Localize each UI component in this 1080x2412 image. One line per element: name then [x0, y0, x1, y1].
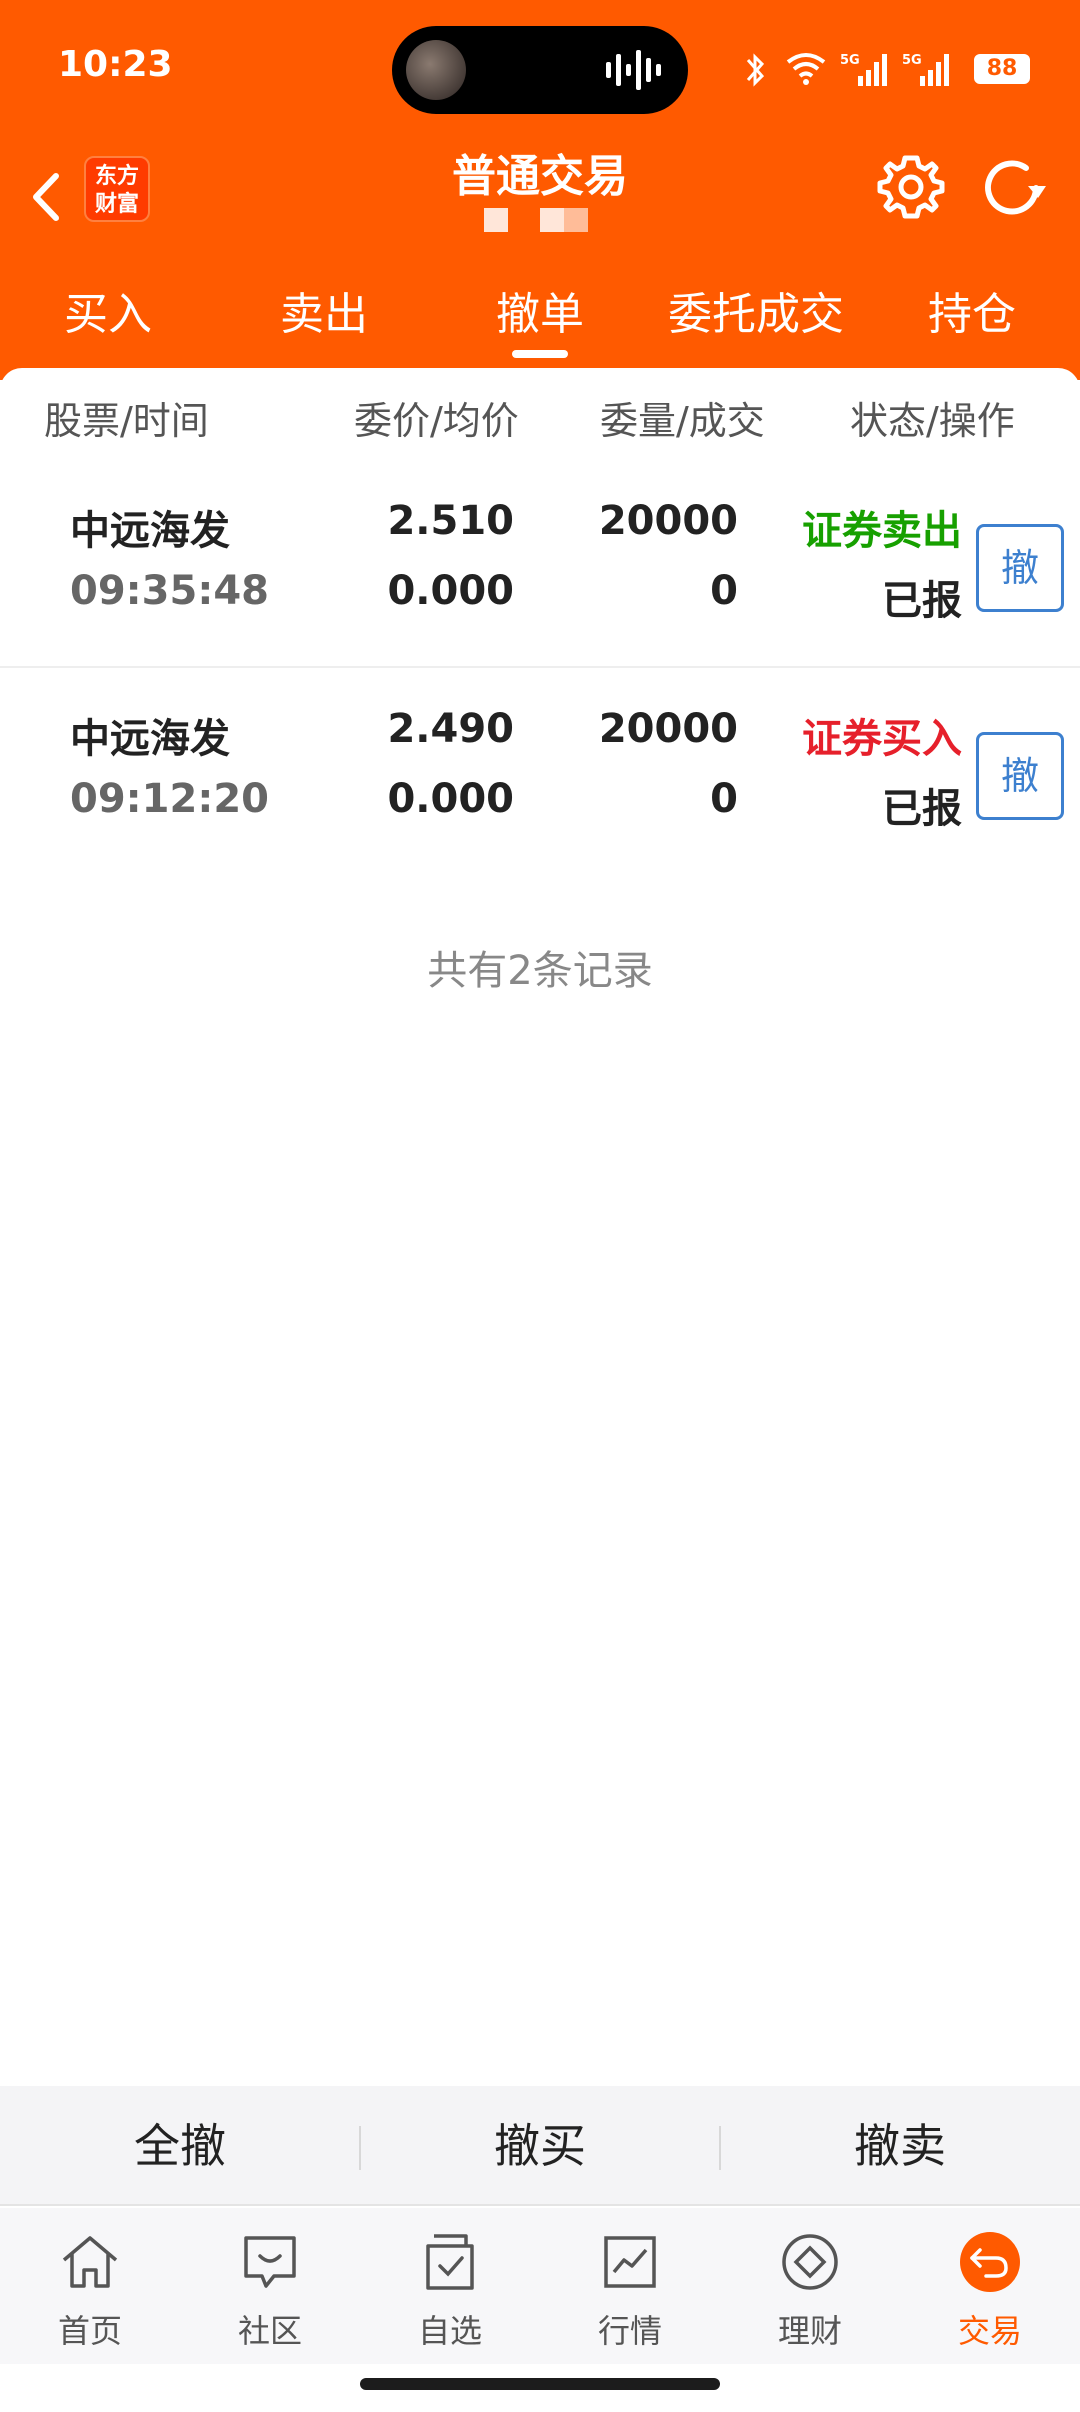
- active-tab-indicator: [512, 350, 568, 358]
- tab-sell[interactable]: 卖出: [216, 270, 432, 366]
- nav-label: 行情: [597, 2312, 662, 2350]
- order-type: 证券卖出: [802, 508, 962, 554]
- table-row[interactable]: 中远海发 09:12:20 2.490 0.000 20000 0 证券买入 已…: [0, 696, 1080, 904]
- order-status: 已报: [882, 786, 962, 832]
- home-icon: [62, 2236, 118, 2288]
- nav-label: 理财: [777, 2312, 842, 2350]
- trade-tabs: 买入 卖出 撤单 委托成交 持仓: [0, 270, 1080, 366]
- nav-watchlist[interactable]: 自选: [360, 2208, 540, 2364]
- community-icon: [244, 2236, 296, 2288]
- wealth-icon: [782, 2234, 838, 2290]
- col-qty-filled: 委量/成交: [600, 399, 765, 443]
- filled-qty: 0: [710, 568, 738, 614]
- filled-qty: 0: [710, 776, 738, 822]
- svg-text:5G: 5G: [840, 53, 860, 68]
- order-status: 已报: [882, 578, 962, 624]
- bottom-tab-bar: 首页 社区 自选 行情 理财 交易: [0, 2208, 1080, 2364]
- now-playing-avatar: [406, 40, 466, 100]
- signal-5g-icon: 5G: [840, 53, 887, 86]
- home-indicator[interactable]: [360, 2378, 720, 2390]
- table-row[interactable]: 中远海发 09:35:48 2.510 0.000 20000 0 证券卖出 已…: [0, 488, 1080, 696]
- avg-price: 0.000: [387, 776, 514, 822]
- account-masked: [484, 204, 594, 238]
- tab-buy[interactable]: 买入: [0, 270, 216, 366]
- signal-5g-icon: 5G: [902, 53, 949, 86]
- order-time: 09:12:20: [70, 776, 269, 822]
- order-price: 2.510: [387, 498, 514, 544]
- order-qty: 20000: [598, 498, 738, 544]
- col-price-avg: 委价/均价: [354, 399, 519, 443]
- wifi-icon: [786, 53, 826, 85]
- nav-label: 首页: [57, 2312, 122, 2350]
- tab-orders-trades[interactable]: 委托成交: [648, 270, 864, 366]
- cancel-sell-button[interactable]: 撤卖: [720, 2086, 1080, 2206]
- nav-label: 交易: [957, 2312, 1022, 2350]
- audio-wave-icon: [606, 50, 661, 90]
- battery-indicator: 88: [974, 54, 1030, 84]
- order-list-panel: 股票/时间 委价/均价 委量/成交 状态/操作 中远海发 09:35:48 2.…: [0, 368, 1080, 2088]
- refresh-icon[interactable]: [976, 152, 1048, 224]
- nav-wealth[interactable]: 理财: [720, 2208, 900, 2364]
- nav-label: 社区: [237, 2312, 302, 2350]
- col-status-action: 状态/操作: [850, 399, 1015, 443]
- nav-community[interactable]: 社区: [180, 2208, 360, 2364]
- cancel-order-button[interactable]: 撤: [976, 524, 1064, 612]
- tab-positions[interactable]: 持仓: [864, 270, 1080, 366]
- nav-label: 自选: [417, 2312, 482, 2350]
- status-icons: 5G 5G 88: [740, 50, 1030, 90]
- cancel-buy-button[interactable]: 撤买: [360, 2086, 720, 2206]
- col-stock-time: 股票/时间: [44, 399, 209, 443]
- avg-price: 0.000: [387, 568, 514, 614]
- nav-trade[interactable]: 交易: [900, 2208, 1080, 2364]
- dynamic-island[interactable]: [392, 26, 688, 114]
- svg-text:5G: 5G: [902, 53, 922, 68]
- bulk-cancel-bar: 全撤 撤买 撤卖: [0, 2086, 1080, 2206]
- order-type: 证券买入: [802, 716, 962, 762]
- stock-name: 中远海发: [70, 508, 230, 554]
- watchlist-icon: [426, 2234, 474, 2290]
- navigation-bar: 东方 财富 普通交易: [0, 140, 1080, 270]
- cancel-order-button[interactable]: 撤: [976, 732, 1064, 820]
- cancel-all-button[interactable]: 全撤: [0, 2086, 360, 2206]
- record-count: 共有2条记录: [427, 948, 653, 994]
- status-time: 10:23: [58, 44, 173, 85]
- gear-icon[interactable]: [876, 152, 946, 222]
- row-divider: [0, 666, 1080, 668]
- order-price: 2.490: [387, 706, 514, 752]
- market-icon: [604, 2236, 656, 2288]
- order-time: 09:35:48: [70, 568, 269, 614]
- nav-market[interactable]: 行情: [540, 2208, 720, 2364]
- bluetooth-icon: [746, 53, 765, 87]
- order-qty: 20000: [598, 706, 738, 752]
- column-header: 股票/时间 委价/均价 委量/成交 状态/操作: [0, 368, 1080, 458]
- status-bar: 10:23 5G 5G 88: [0, 0, 1080, 140]
- trade-icon: [960, 2232, 1020, 2292]
- nav-home[interactable]: 首页: [0, 2208, 180, 2364]
- stock-name: 中远海发: [70, 716, 230, 762]
